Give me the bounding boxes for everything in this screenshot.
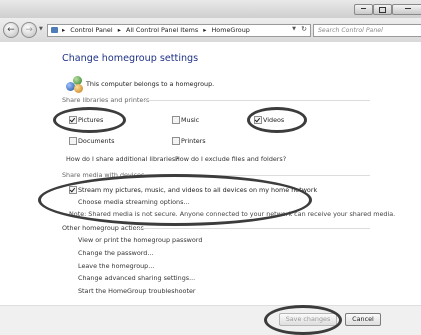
search-box[interactable]: Search Control Panel xyxy=(313,24,421,37)
videos-checkbox[interactable] xyxy=(254,116,262,124)
save-changes-button[interactable]: Save changes xyxy=(279,313,337,326)
breadcrumb-all-items[interactable]: All Control Panel Items xyxy=(126,26,198,34)
advanced-sharing-link[interactable]: Change advanced sharing settings... xyxy=(78,274,195,282)
section-divider xyxy=(138,175,370,176)
share-additional-libraries-link[interactable]: How do I share additional libraries? xyxy=(66,155,179,163)
page-title: Change homegroup settings xyxy=(62,53,199,64)
leave-homegroup-link[interactable]: Leave the homegroup... xyxy=(78,262,154,270)
videos-label[interactable]: Videos xyxy=(263,116,284,124)
documents-checkbox[interactable] xyxy=(69,137,77,145)
breadcrumb: ▸ Control Panel ▸ All Control Panel Item… xyxy=(62,26,253,34)
back-button[interactable]: ← xyxy=(3,22,19,38)
forward-arrow-icon: → xyxy=(25,25,33,35)
other-actions-header: Other homegroup actions xyxy=(62,224,144,232)
address-dropdown-icon[interactable]: ▼ xyxy=(292,26,296,32)
breadcrumb-control-panel[interactable]: Control Panel xyxy=(70,26,112,34)
documents-label[interactable]: Documents xyxy=(78,137,114,145)
printers-checkbox[interactable] xyxy=(172,137,180,145)
title-bar xyxy=(0,0,421,18)
section-divider xyxy=(134,228,370,229)
window-frame: ← → ▼ ▸ Control Panel ▸ All Control Pane… xyxy=(0,0,421,335)
close-icon xyxy=(404,8,411,9)
stream-media-checkbox[interactable] xyxy=(69,186,77,194)
change-password-link[interactable]: Change the password... xyxy=(78,249,153,257)
share-media-header: Share media with devices xyxy=(62,171,145,179)
breadcrumb-homegroup[interactable]: HomeGroup xyxy=(212,26,250,34)
music-label[interactable]: Music xyxy=(181,116,199,124)
stream-media-label[interactable]: Stream my pictures, music, and videos to… xyxy=(78,186,317,194)
forward-button[interactable]: → xyxy=(21,22,37,38)
refresh-icon[interactable]: ↻ xyxy=(301,25,307,33)
homegroup-membership-text: This computer belongs to a homegroup. xyxy=(86,80,215,88)
printers-label[interactable]: Printers xyxy=(181,137,206,145)
minimize-icon xyxy=(361,8,366,9)
recent-pages-dropdown-icon[interactable]: ▼ xyxy=(39,26,43,32)
section-divider xyxy=(143,100,370,101)
maximize-button[interactable] xyxy=(373,4,392,15)
music-checkbox[interactable] xyxy=(172,116,180,124)
breadcrumb-separator-icon: ▸ xyxy=(62,26,66,34)
pictures-label[interactable]: Pictures xyxy=(78,116,103,124)
breadcrumb-separator-icon: ▸ xyxy=(117,26,121,34)
close-button[interactable] xyxy=(392,4,421,15)
share-libraries-header: Share libraries and printers xyxy=(62,96,150,104)
shared-media-security-note: Note: Shared media is not secure. Anyone… xyxy=(69,210,396,218)
media-streaming-options-link[interactable]: Choose media streaming options... xyxy=(78,198,190,206)
view-print-password-link[interactable]: View or print the homegroup password xyxy=(78,236,202,244)
homegroup-icon xyxy=(66,75,84,93)
control-panel-icon xyxy=(51,27,58,33)
cancel-button[interactable]: Cancel xyxy=(345,313,381,326)
navigation-bar: ← → ▼ ▸ Control Panel ▸ All Control Pane… xyxy=(0,18,421,42)
breadcrumb-separator-icon: ▸ xyxy=(203,26,207,34)
search-input[interactable]: Search Control Panel xyxy=(318,27,383,34)
back-arrow-icon: ← xyxy=(7,25,15,35)
pictures-checkbox[interactable] xyxy=(69,116,77,124)
exclude-files-link[interactable]: How do I exclude files and folders? xyxy=(175,155,286,163)
troubleshooter-link[interactable]: Start the HomeGroup troubleshooter xyxy=(78,287,196,295)
address-bar[interactable]: ▸ Control Panel ▸ All Control Panel Item… xyxy=(47,24,311,37)
maximize-icon xyxy=(379,7,386,13)
minimize-button[interactable] xyxy=(354,4,373,15)
